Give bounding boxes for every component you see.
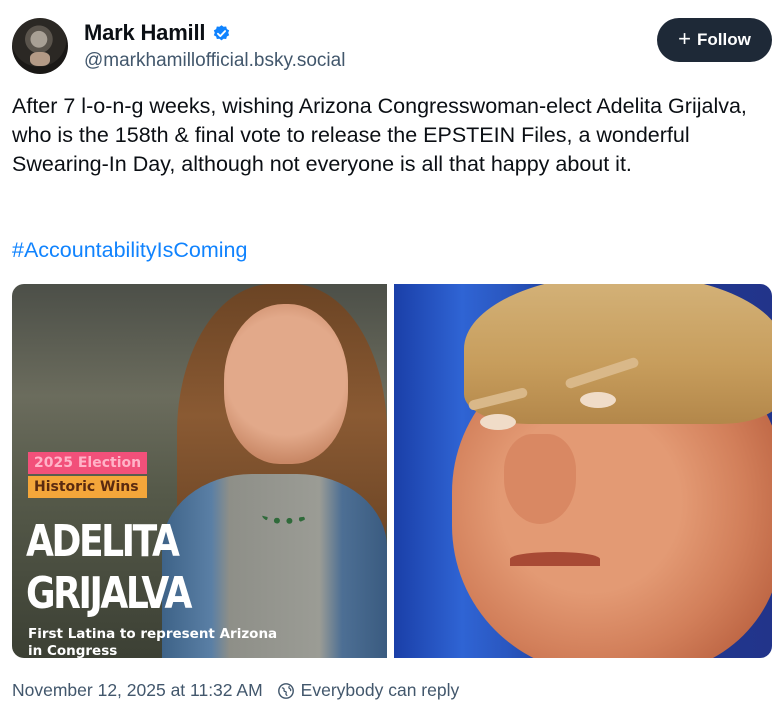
photo-necklace xyxy=(262,506,308,524)
globe-reply-icon xyxy=(277,682,294,699)
author-handle[interactable]: @markhamillofficial.bsky.social xyxy=(84,50,345,72)
image-name-line-2: GRIJALVA xyxy=(26,568,192,619)
post-footer: November 12, 2025 at 11:32 AM Everybody … xyxy=(12,680,459,701)
post-image-adelita-grijalva[interactable]: 2025 Election Historic Wins ADELITA GRIJ… xyxy=(12,284,387,658)
post-header: Mark Hamill @markhamillofficial.bsky.soc… xyxy=(12,16,772,78)
badge-line-1: 2025 Election xyxy=(28,452,148,474)
plus-icon: + xyxy=(678,26,692,51)
photo-mouth xyxy=(510,552,600,566)
post-timestamp[interactable]: November 12, 2025 at 11:32 AM xyxy=(12,680,263,701)
image-caption: First Latina to represent Arizona in Con… xyxy=(28,626,278,658)
post-image-frowning-man[interactable] xyxy=(394,284,772,658)
hashtag-link[interactable]: #AccountabilityIsComing xyxy=(12,238,247,263)
image-name-line-1: ADELITA xyxy=(26,516,180,567)
post-media: 2025 Election Historic Wins ADELITA GRIJ… xyxy=(12,284,772,658)
reply-setting: Everybody can reply xyxy=(277,680,460,701)
author-name-row: Mark Hamill xyxy=(84,20,231,46)
post-text: After 7 l-o-n-g weeks, wishing Arizona C… xyxy=(12,94,747,176)
photo-left-eye xyxy=(480,414,516,430)
follow-button[interactable]: + Follow xyxy=(657,18,772,62)
badge-line-2: Historic Wins xyxy=(28,476,148,498)
photo-hair xyxy=(464,284,772,424)
election-badge: 2025 Election Historic Wins xyxy=(28,452,148,498)
author-display-name[interactable]: Mark Hamill xyxy=(84,20,205,46)
follow-button-label: Follow xyxy=(697,30,751,49)
photo-nose xyxy=(504,434,576,524)
reply-setting-label: Everybody can reply xyxy=(300,680,460,700)
verified-badge-icon[interactable] xyxy=(212,24,231,43)
photo-right-eye xyxy=(580,392,616,408)
avatar[interactable] xyxy=(12,18,68,74)
photo-subject-face xyxy=(224,304,348,464)
